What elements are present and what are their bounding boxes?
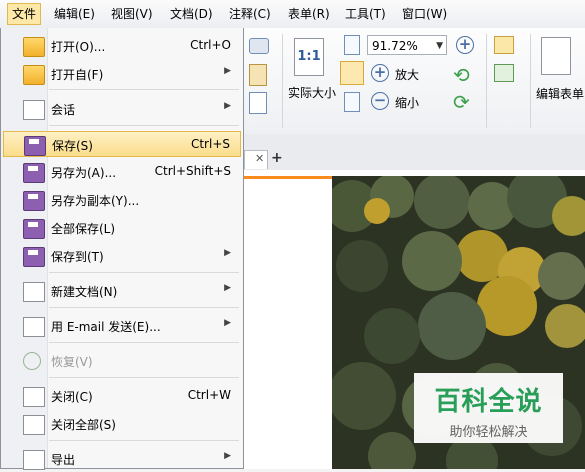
watermark-title: 百科全说 [434, 387, 543, 417]
chevron-down-icon[interactable]: ▼ [436, 36, 443, 56]
zoom-in-label[interactable]: 放大 [395, 66, 419, 83]
actual-size-label[interactable]: 实际大小 [288, 84, 336, 101]
save-all-icon [23, 219, 45, 239]
watermark-subtitle: 助你轻松解决 [449, 425, 528, 440]
menu-item-save[interactable]: 保存(S) Ctrl+S [3, 131, 241, 157]
menu-item-shortcut: Ctrl+S [190, 137, 230, 151]
menu-item-label: 打开自(F) [51, 68, 104, 82]
menu-item-shortcut: Ctrl+W [187, 388, 231, 402]
menu-item-shortcut: Ctrl+Shift+S [154, 164, 231, 178]
fit-visible-icon[interactable] [344, 92, 360, 112]
menu-form[interactable]: 表单(R) [284, 4, 334, 24]
menu-item-save-all[interactable]: 全部保存(L) [3, 215, 241, 241]
restore-icon [23, 352, 41, 370]
close-all-icon [23, 415, 45, 435]
close-document-icon [23, 387, 45, 407]
menu-item-restore: 恢复(V) [3, 348, 241, 374]
menu-item-shortcut: Ctrl+O [190, 38, 231, 52]
zoom-in-icon[interactable]: + [371, 64, 389, 82]
zoom-out-icon[interactable]: − [371, 92, 389, 110]
save-as-icon [23, 163, 45, 183]
menu-item-label: 新建文档(N) [51, 285, 118, 299]
submenu-arrow-icon: ▶ [224, 248, 231, 258]
file-dropdown-menu: 打开(O)... Ctrl+O 打开自(F) ▶ 会话 ▶ 保存(S) Ctrl… [0, 28, 244, 472]
menu-tools[interactable]: 工具(T) [341, 4, 390, 24]
menu-item-new-document[interactable]: 新建文档(N) ▶ [3, 278, 241, 304]
menu-item-save-as[interactable]: 另存为(A)... Ctrl+Shift+S [3, 159, 241, 185]
close-tab-icon[interactable]: ✕ [255, 152, 264, 165]
submenu-arrow-icon: ▶ [224, 283, 231, 293]
clipboard-icon[interactable] [249, 92, 267, 114]
menu-document[interactable]: 文档(D) [166, 4, 217, 24]
save-copy-icon [23, 191, 45, 211]
menu-item-open-from[interactable]: 打开自(F) ▶ [3, 61, 241, 87]
menu-item-label: 关闭(C) [51, 390, 93, 404]
document-tab-bar [244, 134, 585, 170]
submenu-arrow-icon: ▶ [224, 318, 231, 328]
menu-item-save-to[interactable]: 保存到(T) ▶ [3, 243, 241, 269]
menu-item-close[interactable]: 关闭(C) Ctrl+W [3, 383, 241, 409]
submenu-arrow-icon: ▶ [224, 451, 231, 461]
zoom-combobox[interactable]: 91.72% ▼ [367, 35, 447, 55]
active-tab-indicator [244, 176, 332, 179]
paste-icon[interactable] [249, 64, 267, 86]
menu-item-open[interactable]: 打开(O)... Ctrl+O [3, 33, 241, 59]
menu-item-label: 用 E-mail 发送(E)... [51, 320, 161, 334]
menu-view[interactable]: 视图(V) [107, 4, 157, 24]
folder-globe-icon [23, 65, 45, 85]
zoom-out-label[interactable]: 缩小 [395, 94, 419, 111]
menu-bar: 文件 编辑(E) 视图(V) 文档(D) 注释(C) 表单(R) 工具(T) 窗… [0, 0, 585, 29]
actual-size-icon[interactable]: 1:1 [294, 38, 324, 76]
menu-item-save-copy[interactable]: 另存为副本(Y)... [3, 187, 241, 213]
fit-page-icon[interactable] [344, 35, 360, 55]
menu-item-label: 恢复(V) [51, 355, 93, 369]
watermark-badge: 百科全说 助你轻松解决 [414, 373, 563, 443]
menu-item-label: 导出 [51, 453, 76, 467]
menu-item-export[interactable]: 导出 ▶ [3, 446, 241, 472]
menu-item-close-all[interactable]: 关闭全部(S) [3, 411, 241, 437]
fit-width-icon[interactable] [340, 61, 364, 85]
zoom-in-magnifier-icon[interactable]: + [456, 36, 474, 54]
menu-item-label: 另存为副本(Y)... [51, 194, 140, 208]
add-tab-icon[interactable]: + [271, 150, 283, 166]
menu-item-label: 全部保存(L) [51, 222, 116, 236]
menu-edit[interactable]: 编辑(E) [50, 4, 99, 24]
menu-window[interactable]: 窗口(W) [398, 4, 451, 24]
zoom-value: 91.72% [372, 39, 418, 53]
menu-item-label: 另存为(A)... [51, 166, 117, 180]
folder-open-icon [23, 37, 45, 57]
submenu-arrow-icon: ▶ [224, 66, 231, 76]
menu-item-label: 保存到(T) [51, 250, 104, 264]
export-icon [23, 450, 45, 470]
menu-file[interactable]: 文件 [7, 3, 42, 25]
menu-item-label: 打开(O)... [51, 40, 106, 54]
menu-item-session[interactable]: 会话 ▶ [3, 96, 241, 122]
add-image-icon[interactable] [494, 64, 514, 82]
session-icon [23, 100, 45, 120]
menu-item-email[interactable]: 用 E-mail 发送(E)... ▶ [3, 313, 241, 339]
edit-form-label[interactable]: 编辑表单 [536, 85, 584, 102]
edit-form-icon[interactable] [541, 37, 571, 75]
menu-comment[interactable]: 注释(C) [225, 4, 275, 24]
menu-item-label: 保存(S) [52, 139, 93, 153]
save-disk-icon [24, 136, 46, 156]
rotate-left-icon[interactable]: ⟲ [453, 63, 470, 87]
save-to-icon [23, 247, 45, 267]
new-document-icon [23, 282, 45, 302]
rotate-right-icon[interactable]: ⟳ [453, 90, 470, 114]
email-icon [23, 317, 45, 337]
camera-icon[interactable] [249, 38, 269, 54]
menu-item-label: 会话 [51, 103, 76, 117]
submenu-arrow-icon: ▶ [224, 101, 231, 111]
menu-item-label: 关闭全部(S) [51, 418, 116, 432]
text-field-icon[interactable] [494, 36, 514, 54]
